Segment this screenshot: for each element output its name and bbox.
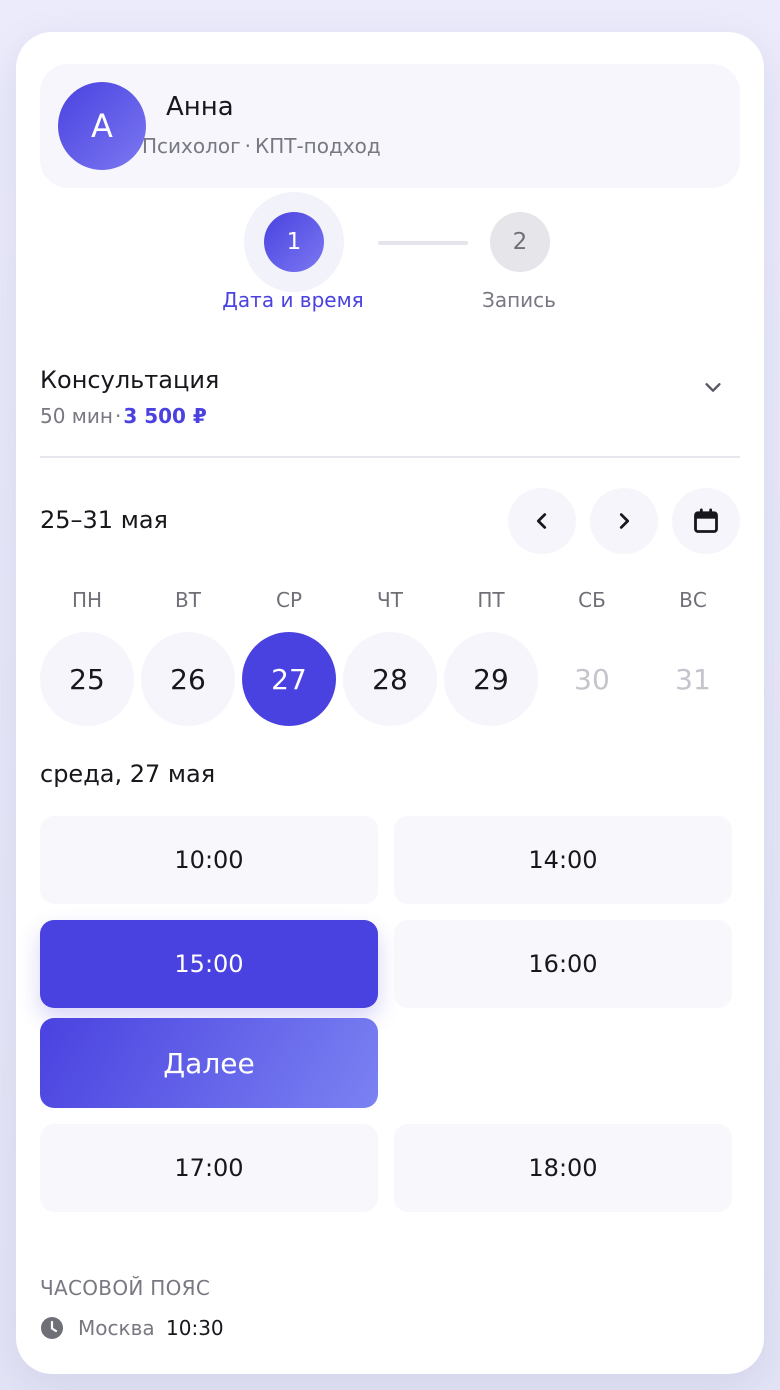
day-31-disabled: 31	[675, 662, 711, 696]
clock-icon	[41, 1317, 63, 1339]
chevron-down-icon[interactable]	[702, 376, 724, 398]
step-2-indicator: 2	[490, 212, 550, 272]
dow-label: ЧТ	[377, 588, 403, 612]
service-price: 3 500 ₽	[123, 404, 207, 428]
provider-card: А Анна	[40, 64, 740, 188]
day-30-disabled: 30	[574, 662, 610, 696]
timezone-label: ЧАСОВОЙ ПОЯС	[40, 1276, 211, 1300]
dow-label: ВС	[679, 588, 707, 612]
time-slot-1800[interactable]: 18:00	[394, 1124, 732, 1212]
booking-card: А Анна Психолог · КПТ-подход 1 2 Дата и вр…	[16, 32, 764, 1374]
timezone-time: 10:30	[166, 1316, 224, 1340]
day-28[interactable]: 28	[343, 632, 437, 726]
role-separator: ·	[244, 134, 251, 158]
prev-week-button[interactable]	[508, 488, 576, 554]
week-range: 25–31 мая	[40, 506, 168, 534]
provider-specialty: Психолог	[142, 134, 241, 158]
chevron-left-icon	[536, 513, 547, 529]
dow-label: ПН	[71, 588, 103, 612]
dow-label: СР	[275, 588, 303, 612]
timezone-city: Москва	[78, 1316, 155, 1340]
avatar: А	[58, 82, 146, 170]
time-slot-1700[interactable]: 17:00	[40, 1124, 378, 1212]
step-1-indicator: 1	[264, 212, 324, 272]
step-connector	[378, 241, 468, 245]
provider-name: Анна	[166, 92, 234, 122]
service-title[interactable]: Консультация	[40, 366, 219, 394]
day-29[interactable]: 29	[444, 632, 538, 726]
day-26[interactable]: 26	[141, 632, 235, 726]
next-week-button[interactable]	[590, 488, 658, 554]
time-slot-1600[interactable]: 16:00	[394, 920, 732, 1008]
step-1-label: Дата и время	[222, 288, 364, 312]
calendar-button[interactable]	[672, 488, 740, 554]
time-slot-1000[interactable]: 10:00	[40, 816, 378, 904]
service-duration: 50 мин	[40, 404, 113, 428]
day-27-selected[interactable]: 27	[242, 632, 336, 726]
provider-role: Психолог · КПТ-подход	[142, 134, 381, 158]
time-slot-1500-selected[interactable]: 15:00	[40, 920, 378, 1008]
provider-approach: КПТ-подход	[255, 134, 381, 158]
service-meta: 50 мин · 3 500 ₽	[40, 404, 207, 428]
time-slot-1400[interactable]: 14:00	[394, 816, 732, 904]
dow-label: ПТ	[477, 588, 505, 612]
dow-label: СБ	[578, 588, 606, 612]
calendar-icon	[694, 508, 718, 533]
divider	[40, 456, 740, 458]
next-button[interactable]: Далее	[40, 1018, 378, 1108]
chevron-right-icon	[619, 513, 630, 529]
step-2-label: Запись	[482, 288, 556, 312]
service-separator: ·	[114, 404, 122, 428]
selected-day-heading: среда, 27 мая	[40, 760, 216, 788]
dow-label: ВТ	[175, 588, 201, 612]
day-25[interactable]: 25	[40, 632, 134, 726]
